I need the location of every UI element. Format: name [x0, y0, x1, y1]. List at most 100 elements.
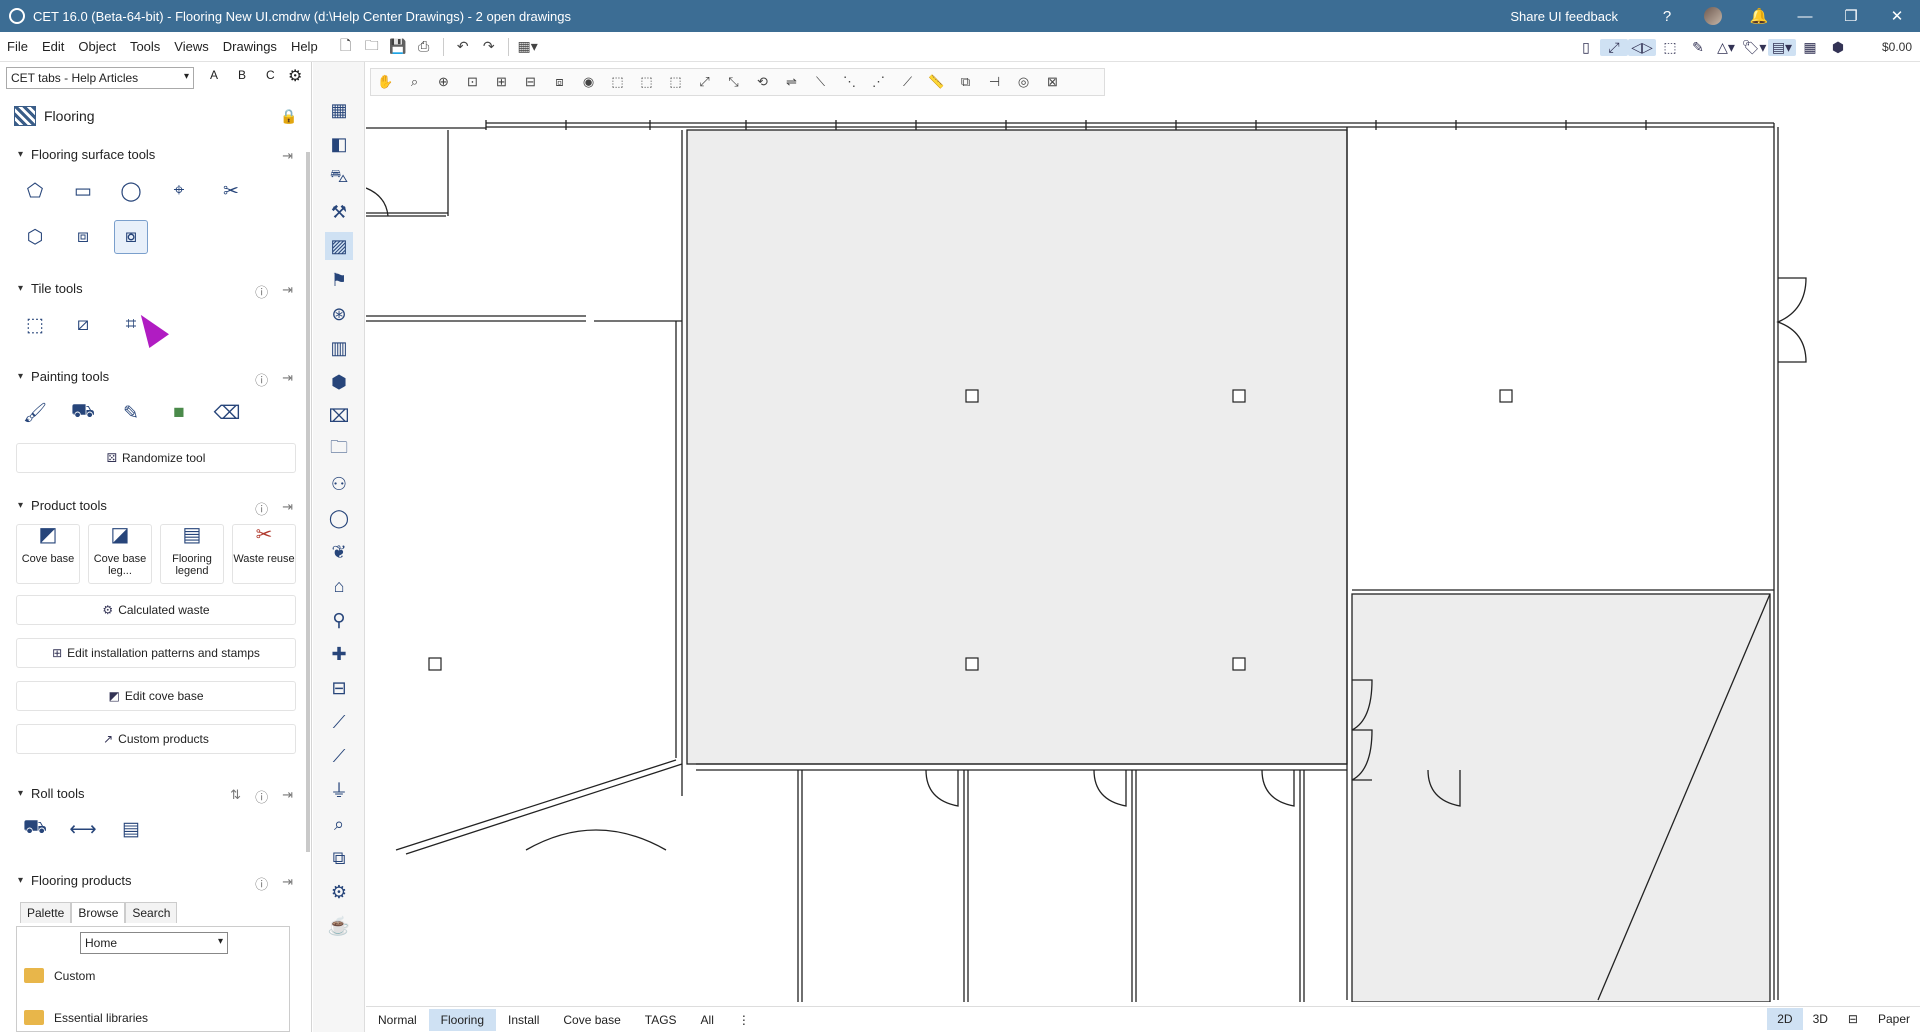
layout-dropdown-icon[interactable]: ▦▾ — [515, 38, 541, 55]
popout-icon[interactable]: ⇥ — [282, 499, 293, 518]
more-options-icon[interactable]: ⋮ — [726, 1009, 762, 1031]
randomize-tool-button[interactable]: ⚄ Randomize tool — [16, 443, 296, 473]
edit-points-tool[interactable]: ⌖ — [162, 174, 196, 208]
rotate-icon[interactable]: ⟲ — [748, 74, 777, 90]
book-icon[interactable]: ▯ — [1572, 39, 1600, 56]
tile-diagonal-tool[interactable]: ⧄ — [66, 308, 100, 342]
cross-icon[interactable]: ⊠ — [1038, 74, 1067, 90]
edit-patterns-button[interactable]: ⊞ Edit installation patterns and stamps — [16, 638, 296, 668]
ruler-icon[interactable]: 📏 — [922, 74, 951, 90]
dimension-icon[interactable]: ⊣ — [980, 74, 1009, 90]
tab-browse[interactable]: Browse — [71, 902, 126, 923]
edit-cove-base-button[interactable]: ◩ Edit cove base — [16, 681, 296, 711]
cove-base-card[interactable]: ◩ Cove base — [16, 524, 80, 584]
flooring-legend-card[interactable]: ▤ Flooring legend — [160, 524, 224, 584]
globe-icon[interactable]: ⊛ — [325, 300, 353, 328]
popout-icon[interactable]: ⇥ — [282, 282, 293, 301]
cove-base-legend-card[interactable]: ◪ Cove base leg... — [88, 524, 152, 584]
books-icon[interactable]: ▥ — [325, 334, 353, 362]
fill-swatch-icon[interactable]: ■ — [162, 396, 196, 430]
menu-drawings[interactable]: Drawings — [216, 39, 284, 54]
camera-icon[interactable]: ⌧ — [325, 402, 353, 430]
split-tool[interactable]: ✂ — [214, 174, 248, 208]
sketchup-icon[interactable]: ⬢ — [325, 368, 353, 396]
close-button[interactable]: ✕ — [1874, 0, 1920, 32]
layers-icon[interactable]: ⧉ — [951, 74, 980, 90]
zoom-page-icon[interactable]: ⊟ — [516, 74, 545, 90]
pencil-snap-icon[interactable]: ✎ — [1684, 39, 1712, 56]
view-2d-button[interactable]: 2D — [1767, 1008, 1803, 1030]
section-roll-tools[interactable]: ▾ Roll tools — [18, 786, 85, 801]
tile-grout-tool[interactable]: ⌗ — [114, 308, 148, 342]
grid-dropdown-icon[interactable]: ▤▾ — [1767, 38, 1796, 56]
section-product-tools[interactable]: ▾ Product tools — [18, 498, 107, 513]
drawing-canvas[interactable] — [366, 100, 1920, 1002]
roll-cut-tool[interactable]: ▤ — [114, 812, 148, 846]
stairs-icon[interactable]: ⟋ — [325, 708, 353, 736]
inset-surface-tool[interactable]: ⧈ — [66, 220, 100, 254]
tag-dropdown-icon[interactable]: 🏷▾ — [1740, 39, 1768, 56]
zoom-in-icon[interactable]: ⊕ — [429, 74, 458, 90]
new-file-icon[interactable]: 🗋 — [333, 35, 359, 59]
section-flooring-products[interactable]: ▾ Flooring products — [18, 873, 131, 888]
people-icon[interactable]: ⚇ — [325, 470, 353, 498]
calculated-waste-button[interactable]: ⚙ Calculated waste — [16, 595, 296, 625]
help-icon[interactable]: ⓘ — [255, 499, 268, 518]
cube-icon[interactable]: ⬢ — [1824, 39, 1852, 56]
tab-tags[interactable]: TAGS — [633, 1009, 689, 1031]
zoom-window-icon[interactable]: ⊞ — [487, 74, 516, 90]
tab-a-button[interactable]: A — [210, 68, 218, 82]
rectangle-surface-tool[interactable]: ▭ — [66, 174, 100, 208]
popout-icon[interactable]: ⇥ — [282, 874, 293, 893]
node-icon[interactable]: ⋰ — [864, 74, 893, 90]
search-icon[interactable]: ⌕ — [325, 810, 353, 838]
select-all-icon[interactable]: ⬚ — [661, 74, 690, 90]
flooring-tab-icon[interactable]: ▨ — [325, 232, 353, 260]
mirror-icon[interactable]: ◁▷ — [1627, 38, 1656, 56]
tab-install[interactable]: Install — [496, 1009, 551, 1031]
plug-icon[interactable]: ⏚ — [325, 776, 353, 804]
restore-button[interactable]: ❐ — [1828, 0, 1874, 32]
gear-icon[interactable]: ⚙ — [288, 66, 302, 86]
popout-icon[interactable]: ⇥ — [282, 787, 293, 806]
snap-icon[interactable]: ⤢ — [1599, 38, 1628, 56]
help-icon[interactable]: ⓘ — [255, 874, 268, 893]
lightbulb-icon[interactable]: ◯ — [325, 504, 353, 532]
circle-surface-tool[interactable]: ◯ — [114, 174, 148, 208]
menu-object[interactable]: Object — [71, 39, 123, 54]
view-3d-button[interactable]: 3D — [1803, 1008, 1838, 1030]
line-icon[interactable]: ⟍ — [806, 74, 835, 90]
menu-views[interactable]: Views — [167, 39, 215, 54]
car-icon[interactable]: ⛍ — [325, 164, 353, 192]
user-avatar[interactable] — [1704, 7, 1722, 25]
popout-icon[interactable]: ⇥ — [282, 148, 293, 164]
view-paper-button[interactable]: Paper — [1868, 1008, 1920, 1030]
tab-selector-dropdown[interactable]: CET tabs - Help Articles ▾ — [6, 67, 194, 89]
tab-all[interactable]: All — [689, 1009, 726, 1031]
tab-normal[interactable]: Normal — [366, 1009, 429, 1031]
print-icon[interactable]: ⎙ — [411, 38, 437, 55]
health-icon[interactable]: ✚ — [325, 640, 353, 668]
custom-products-button[interactable]: ↗ Custom products — [16, 724, 296, 754]
panel-scrollbar[interactable] — [306, 152, 310, 852]
flag-icon[interactable]: ⚑ — [325, 266, 353, 294]
zoom-icon[interactable]: ⌕ — [400, 74, 429, 90]
focus-icon[interactable]: ◉ — [574, 74, 603, 90]
section-painting-tools[interactable]: ▾ Painting tools — [18, 369, 109, 384]
room-surface-tool[interactable]: ⬡ — [18, 220, 52, 254]
tab-flooring[interactable]: Flooring — [428, 1008, 497, 1031]
tab-b-button[interactable]: B — [238, 68, 246, 82]
blocks-icon[interactable]: ◧ — [325, 130, 353, 158]
catalog-icon[interactable]: ▦ — [325, 96, 353, 124]
split-view-icon[interactable]: ⊟ — [1838, 1008, 1868, 1030]
desk-icon[interactable]: ⊟ — [325, 674, 353, 702]
roll-fill-tool[interactable]: ⛟ — [18, 812, 52, 846]
tile-start-tool[interactable]: ⬚ — [18, 308, 52, 342]
puzzle-icon[interactable]: ⚙ — [325, 878, 353, 906]
shapes-dropdown-icon[interactable]: △▾ — [1712, 39, 1740, 56]
plant-icon[interactable]: ❦ — [325, 538, 353, 566]
menu-help[interactable]: Help — [284, 39, 325, 54]
browse-location-dropdown[interactable]: Home ▾ — [80, 932, 228, 954]
copy-icon[interactable]: ⧉ — [325, 844, 353, 872]
tab-search[interactable]: Search — [125, 902, 178, 923]
